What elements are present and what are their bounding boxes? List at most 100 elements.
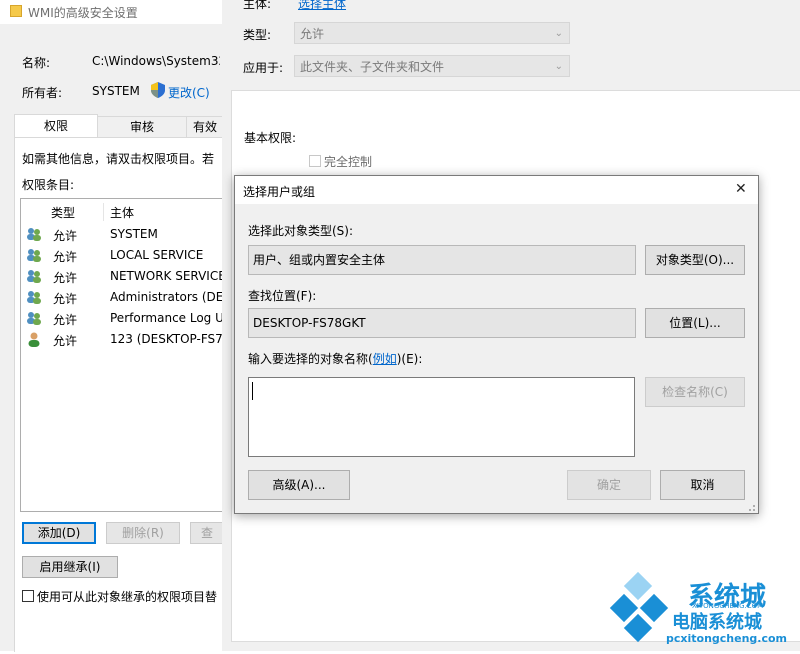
row-type: 允许 [53, 229, 78, 243]
location-label: 查找位置(F): [248, 289, 317, 303]
location-field: DESKTOP-FS78GKT [248, 308, 636, 338]
user-group-icon [26, 269, 42, 286]
chevron-down-icon: ⌄ [554, 28, 563, 39]
row-type: 允许 [53, 292, 78, 306]
user-group-icon [26, 290, 42, 307]
user-group-icon [26, 248, 42, 265]
row-principal: NETWORK SERVICE [110, 269, 226, 283]
object-names-label: 输入要选择的对象名称(例如)(E): [248, 350, 422, 367]
table-row[interactable]: 允许 123 (DESKTOP-FS78 [21, 330, 223, 350]
table-row[interactable]: 允许 SYSTEM [21, 225, 223, 245]
remove-button[interactable]: 删除(R) [106, 522, 180, 544]
row-principal: SYSTEM [110, 227, 158, 241]
object-names-input[interactable] [248, 377, 635, 457]
table-row[interactable]: 允许 NETWORK SERVICE [21, 267, 226, 287]
cancel-button[interactable]: 取消 [660, 470, 745, 500]
tab-auditing[interactable]: 审核 [97, 116, 187, 138]
name-value: C:\Windows\System32\ [92, 54, 220, 68]
object-names-label-pre: 输入要选择的对象名称( [248, 352, 373, 366]
dialog-titlebar: 选择用户或组 ✕ [235, 176, 758, 204]
ok-button[interactable]: 确定 [567, 470, 651, 500]
check-names-button[interactable]: 检查名称(C) [645, 377, 745, 407]
type-label: 类型: [243, 28, 272, 42]
column-header-type[interactable]: 类型 [51, 204, 75, 221]
replace-child-permissions-label: 使用可从此对象继承的权限项目替 [37, 590, 218, 604]
enable-inheritance-label: 启用继承(I) [39, 560, 101, 574]
principal-label: 主体: [243, 0, 272, 11]
watermark-site-name: 电脑系统城 [672, 612, 762, 633]
owner-label: 所有者: [22, 86, 63, 100]
advanced-security-window: WMI的高级安全设置 名称: C:\Windows\System32\ 所有者:… [0, 0, 226, 652]
view-button[interactable]: 查 [190, 522, 223, 544]
add-button-label: 添加(D) [37, 526, 81, 540]
examples-link[interactable]: 例如 [373, 352, 397, 366]
row-type: 允许 [53, 334, 78, 348]
row-type: 允许 [53, 271, 78, 285]
select-users-dialog: 选择用户或组 ✕ 选择此对象类型(S): 用户、组或内置安全主体 对象类型(O)… [234, 175, 759, 514]
owner-value: SYSTEM [92, 84, 140, 98]
table-row[interactable]: 允许 Administrators (DES [21, 288, 223, 308]
watermark-pinyin: XITONGCHENG.COM [692, 602, 764, 610]
tab-permissions-label: 权限 [43, 119, 68, 133]
row-principal: 123 (DESKTOP-FS78 [110, 332, 223, 346]
resize-grip-icon[interactable] [746, 501, 756, 511]
object-names-label-post: )(E): [396, 352, 423, 366]
applies-to-value: 此文件夹、子文件夹和文件 [300, 60, 445, 74]
row-type: 允许 [53, 313, 78, 327]
column-divider [103, 203, 104, 221]
applies-to-select[interactable]: 此文件夹、子文件夹和文件 ⌄ [294, 55, 570, 77]
table-row[interactable]: 允许 LOCAL SERVICE [21, 246, 223, 266]
column-header-principal[interactable]: 主体 [110, 204, 134, 221]
replace-child-permissions-checkbox[interactable] [22, 590, 34, 602]
user-icon [27, 331, 41, 350]
window-title: WMI的高级安全设置 [28, 6, 138, 20]
advanced-button-label: 高级(A)... [272, 478, 326, 492]
tab-auditing-label: 审核 [129, 120, 154, 134]
watermark-url: pcxitongcheng.com [666, 632, 788, 645]
full-control-checkbox[interactable] [309, 155, 321, 167]
name-label: 名称: [22, 56, 51, 70]
row-principal: Performance Log U [110, 311, 223, 325]
change-owner-link[interactable]: 更改(C) [168, 84, 210, 101]
object-type-label: 选择此对象类型(S): [248, 224, 354, 238]
object-types-button-label: 对象类型(O)... [655, 253, 735, 267]
tab-effective-label: 有效 [192, 120, 217, 134]
user-group-icon [26, 311, 42, 328]
close-icon[interactable]: ✕ [735, 181, 747, 197]
select-principal-link[interactable]: 选择主体 [298, 0, 346, 12]
ok-button-label: 确定 [596, 478, 621, 492]
user-group-icon [26, 227, 42, 244]
entries-label: 权限条目: [22, 178, 75, 192]
remove-button-label: 删除(R) [122, 526, 164, 540]
view-button-label: 查 [200, 526, 213, 540]
type-select-value: 允许 [300, 27, 325, 41]
cancel-button-label: 取消 [690, 478, 715, 492]
text-caret [252, 382, 253, 400]
permission-entries-list[interactable]: 类型 主体 允许 SYSTEM 允许 LOCAL SERVICE 允许 NETW… [20, 198, 226, 512]
basic-permissions-label: 基本权限: [244, 131, 297, 145]
enable-inheritance-button[interactable]: 启用继承(I) [22, 556, 118, 578]
chevron-down-icon: ⌄ [554, 61, 563, 72]
site-watermark: 系统城 电脑系统城 XITONGCHENG.COM pcxitongcheng.… [606, 570, 800, 651]
object-type-field: 用户、组或内置安全主体 [248, 245, 636, 275]
dialog-title: 选择用户或组 [243, 185, 316, 199]
tab-permissions[interactable]: 权限 [14, 114, 98, 138]
check-names-button-label: 检查名称(C) [662, 385, 728, 399]
row-type: 允许 [53, 250, 78, 264]
locations-button[interactable]: 位置(L)... [645, 308, 745, 338]
add-button[interactable]: 添加(D) [22, 522, 96, 544]
window-titlebar: WMI的高级安全设置 [0, 0, 222, 24]
folder-icon [10, 5, 22, 17]
row-principal: LOCAL SERVICE [110, 248, 204, 262]
full-control-label: 完全控制 [324, 155, 373, 169]
advanced-button[interactable]: 高级(A)... [248, 470, 350, 500]
type-select[interactable]: 允许 ⌄ [294, 22, 570, 44]
applies-to-label: 应用于: [243, 61, 284, 75]
object-types-button[interactable]: 对象类型(O)... [645, 245, 745, 275]
tab-effective-access[interactable]: 有效 [186, 116, 223, 138]
table-row[interactable]: 允许 Performance Log U [21, 309, 223, 329]
locations-button-label: 位置(L)... [669, 316, 721, 330]
object-type-value: 用户、组或内置安全主体 [253, 253, 386, 267]
info-text: 如需其他信息，请双击权限项目。若 [22, 152, 215, 166]
row-principal: Administrators (DES [110, 290, 223, 304]
